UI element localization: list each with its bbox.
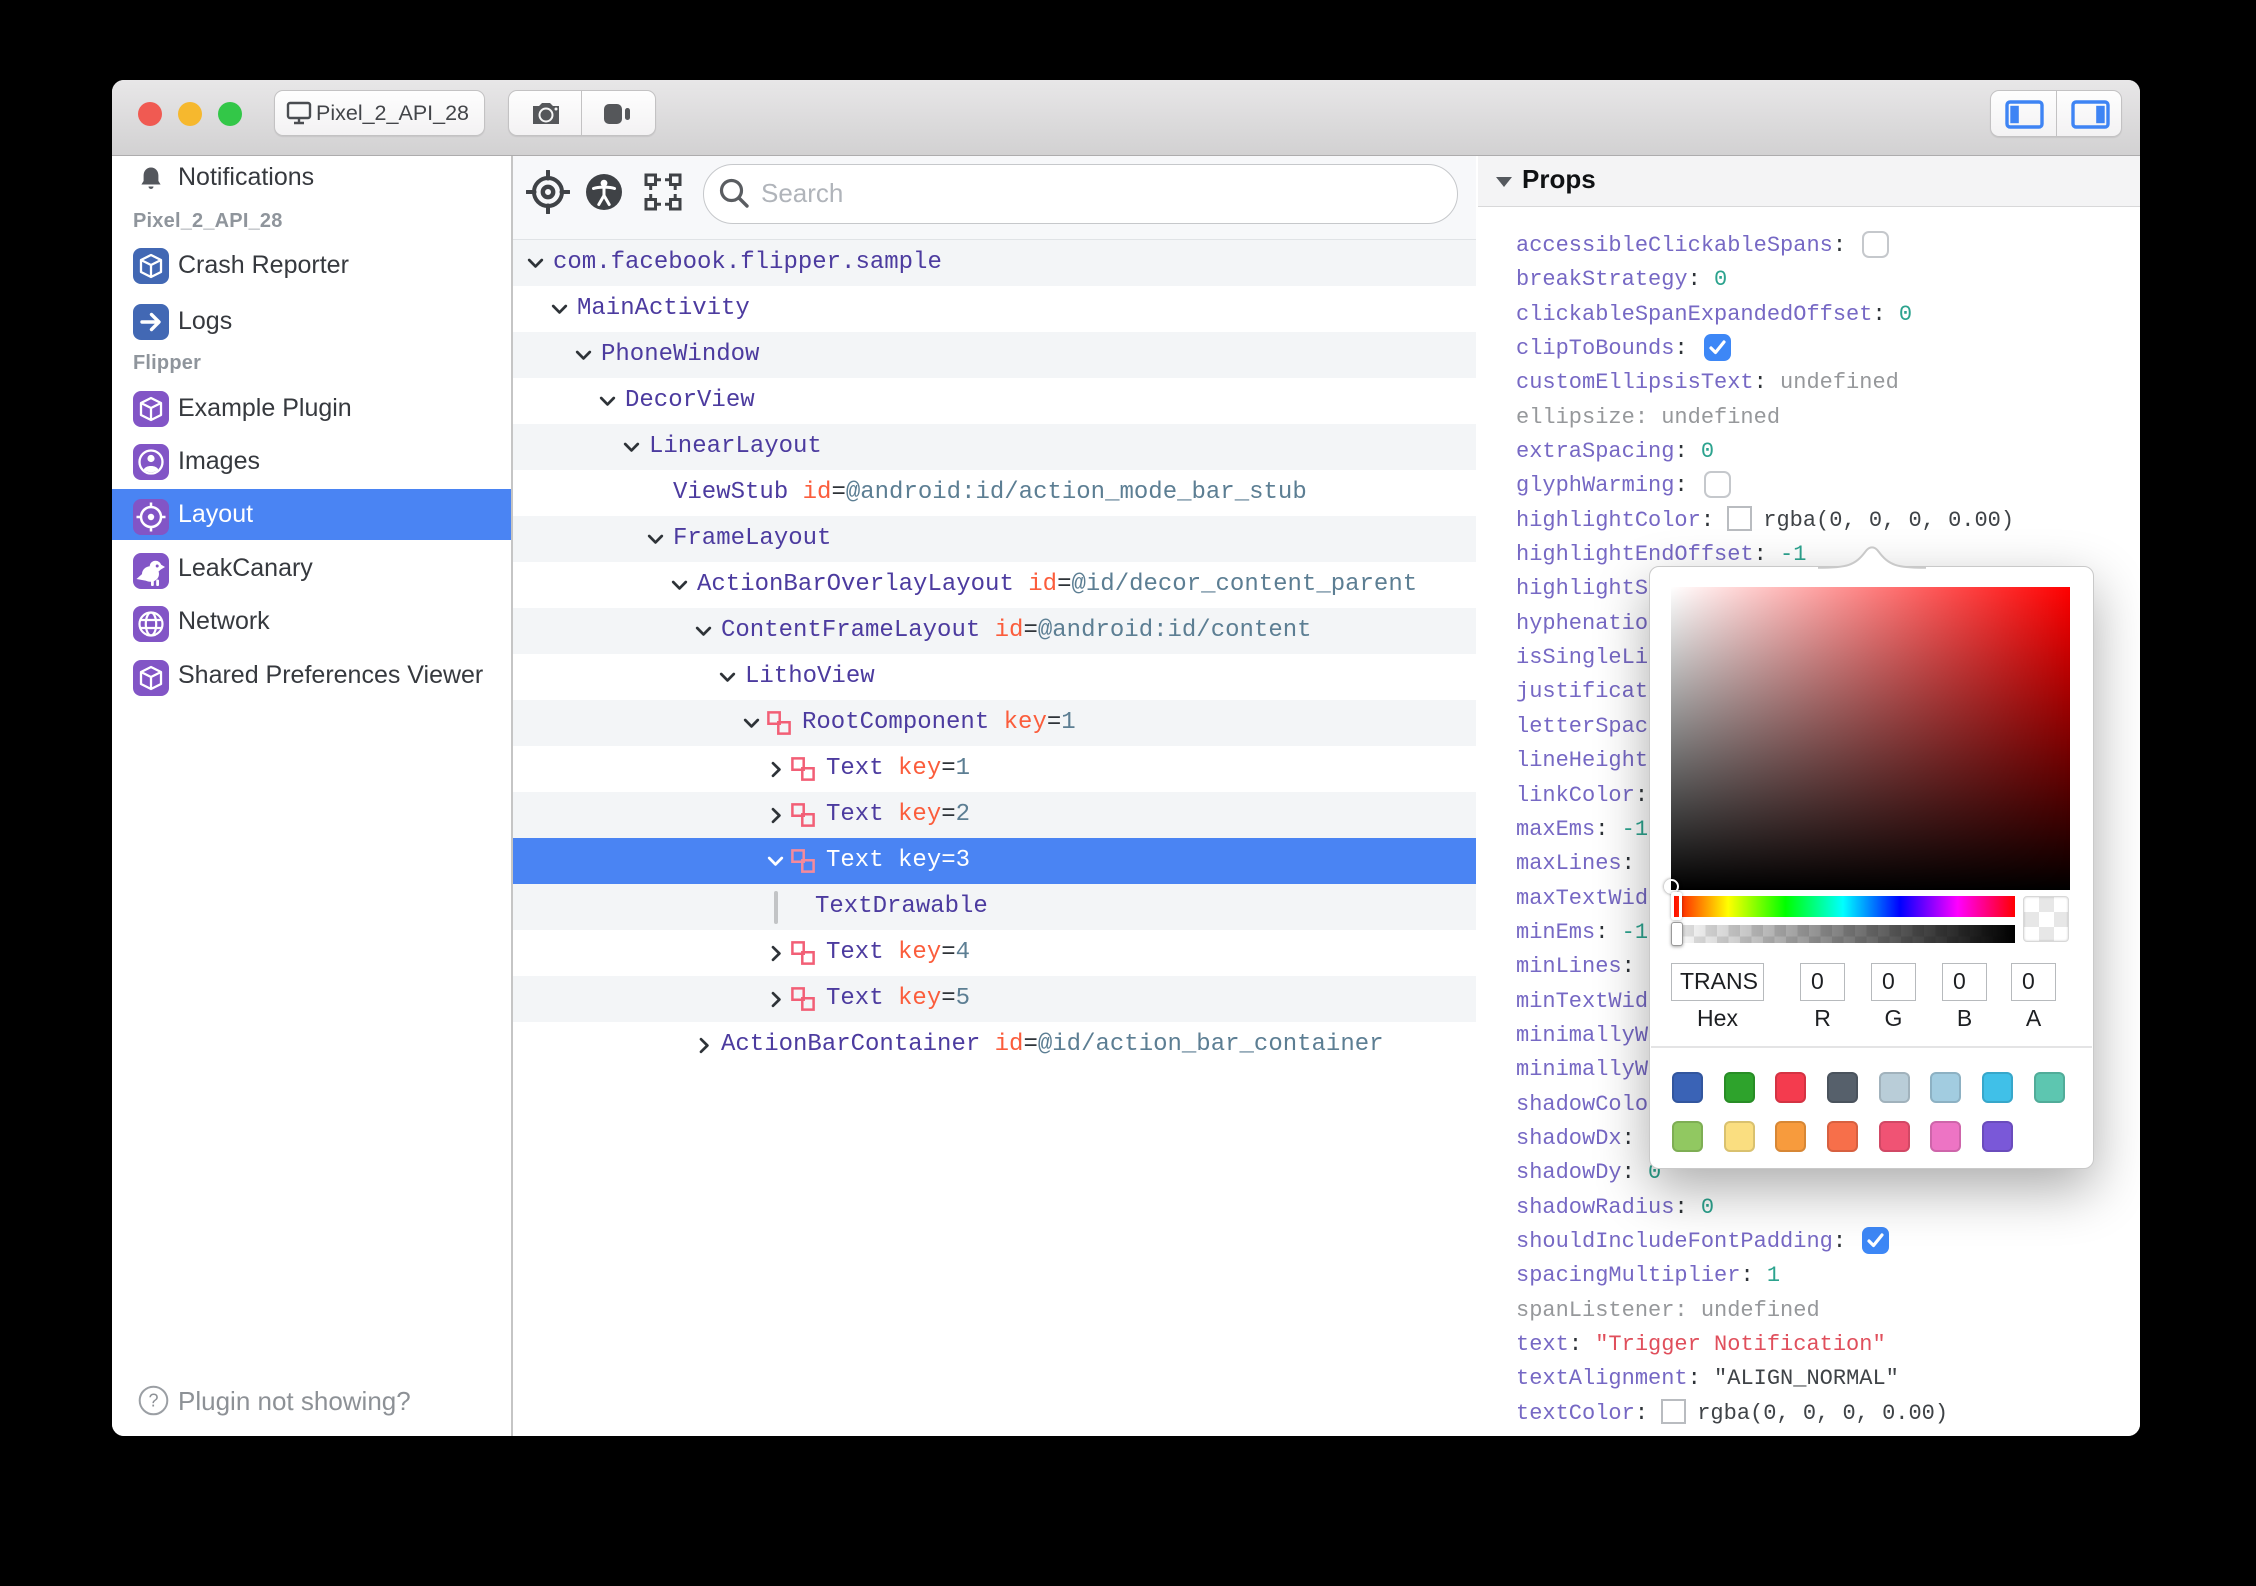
svg-text:?: ? — [148, 1391, 158, 1411]
